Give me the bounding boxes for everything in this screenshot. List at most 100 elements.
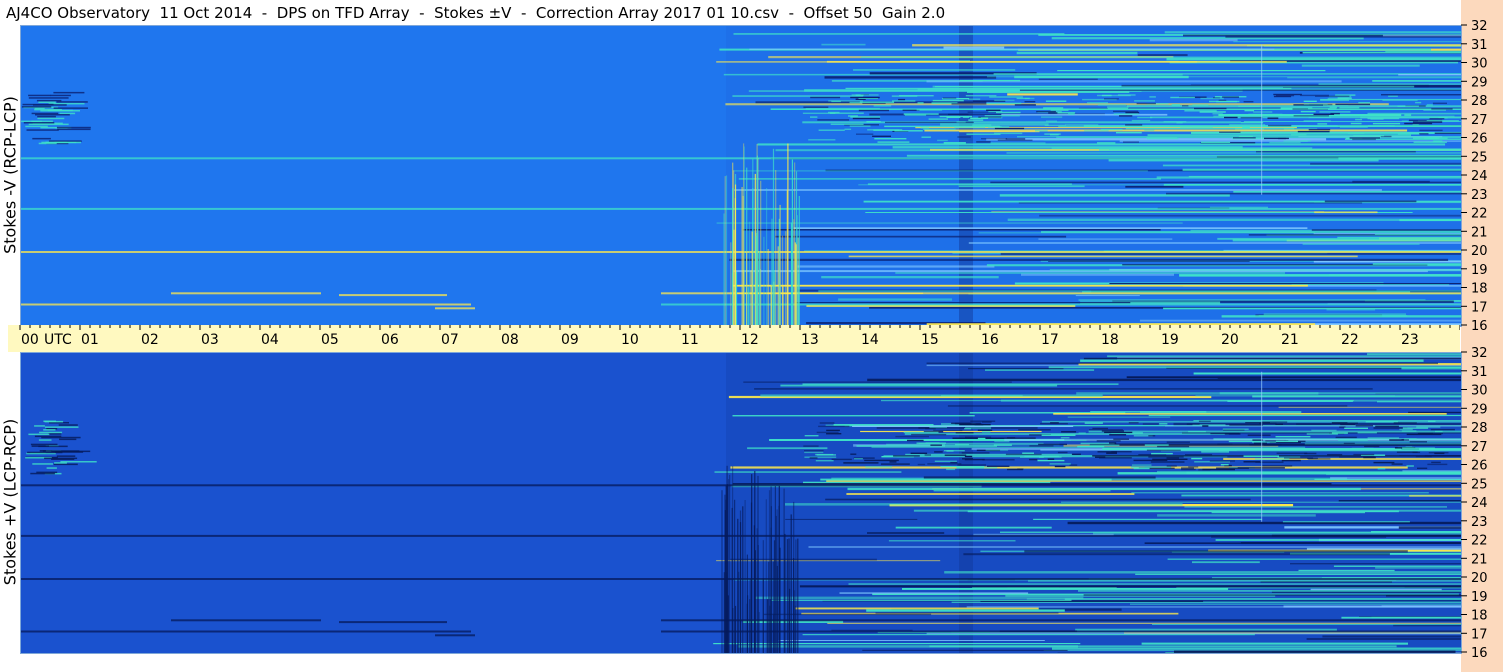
band-fragment [1087,102,1108,104]
rfi-line [21,251,1461,253]
band-fragment [1276,94,1295,97]
band-fragment [1235,128,1264,130]
emission-streak [716,222,1183,224]
band-fragment [1216,467,1249,469]
band-fragment [1069,464,1078,466]
band-fragment [943,142,966,144]
band-fragment [1044,124,1066,126]
emission-streak [1024,550,1408,553]
freq-tick-label: 22 [1471,207,1488,222]
band-fragment [1427,463,1448,466]
bottom-panel-label-area: Stokes +V (LCP-RCP) [0,352,20,652]
early-patch [30,443,58,446]
burst-streak [783,488,785,653]
band-fragment [1210,432,1240,435]
early-patch [34,425,45,427]
band-fragment [1375,425,1399,428]
band-fragment [1238,105,1260,107]
band-fragment [1300,110,1316,113]
band-fragment [1308,107,1337,110]
rfi-line [21,207,1461,210]
burst-streak [738,571,740,653]
emission-streak [1130,603,1461,605]
band-fragment [1137,116,1153,119]
burst-streak [793,501,795,653]
band-fragment [1343,442,1355,445]
band-fragment [1050,134,1059,136]
band-fragment [1413,141,1447,143]
band-fragment [956,121,966,123]
emission-streak [1126,376,1461,379]
band-fragment [1319,111,1351,113]
burst-streak [751,231,753,326]
emission-streak [1408,411,1461,414]
band-fragment [1406,465,1414,467]
emission-streak [1264,443,1461,446]
band-fragment [924,454,931,456]
band-fragment [872,135,891,137]
freq-tick-label: 24 [1471,496,1488,511]
band-fragment [950,461,958,464]
band-fragment [943,450,965,452]
band-fragment [981,138,1008,140]
emission-streak [1048,261,1250,262]
rfi-line [661,292,1461,295]
emission-streak [733,284,1308,287]
band-fragment [1424,455,1461,457]
emission-streak [1179,274,1461,277]
emission-streak [1371,531,1461,533]
band-fragment [856,133,874,135]
band-fragment [903,431,939,434]
band-fragment [1401,430,1417,432]
emission-streak [1167,558,1461,560]
emission-streak [730,466,1408,469]
band-fragment [1029,445,1054,447]
emission-streak [1019,89,1461,91]
band-fragment [1329,106,1338,108]
early-patch [34,107,45,110]
band-fragment [1046,120,1057,122]
band-fragment [1399,428,1413,431]
burst-streak [739,522,742,653]
burst-streak [779,547,781,653]
band-fragment [1404,114,1412,116]
emission-streak [1219,392,1461,395]
emission-streak [725,103,1389,106]
band-fragment [1198,420,1211,422]
emission-streak [1052,647,1461,650]
emission-streak [1174,650,1456,653]
band-fragment [846,108,874,110]
low-band-emission [435,307,475,310]
bottom-spectrogram-panel [20,352,1462,654]
band-fragment [1217,443,1233,445]
emission-streak [848,255,1358,258]
freq-tick-label: 16 [1471,319,1488,334]
band-fragment [1430,428,1455,431]
emission-streak [1048,366,1461,369]
emission-streak [1157,514,1316,517]
band-fragment [1242,126,1250,129]
emission-streak [1007,218,1461,221]
band-fragment [1296,423,1332,425]
emission-streak [1108,159,1379,162]
band-fragment [866,121,881,123]
emission-streak [1301,64,1420,67]
band-fragment [996,111,1021,114]
band-fragment [1304,452,1317,455]
early-patch [39,431,63,434]
emission-streak [963,553,1390,556]
band-fragment [1071,453,1081,455]
emission-streak [1263,313,1406,316]
band-fragment [1176,122,1183,124]
band-fragment [1166,441,1190,443]
emission-streak [1193,420,1461,422]
emission-streak [940,123,1049,126]
band-fragment [1432,102,1447,104]
emission-streak [1125,185,1184,188]
emission-streak [1109,283,1461,285]
freq-tick-label: 19 [1471,263,1488,278]
band-fragment [965,95,997,97]
band-fragment [1352,138,1376,141]
band-fragment [1409,441,1427,443]
band-fragment [1054,465,1066,468]
